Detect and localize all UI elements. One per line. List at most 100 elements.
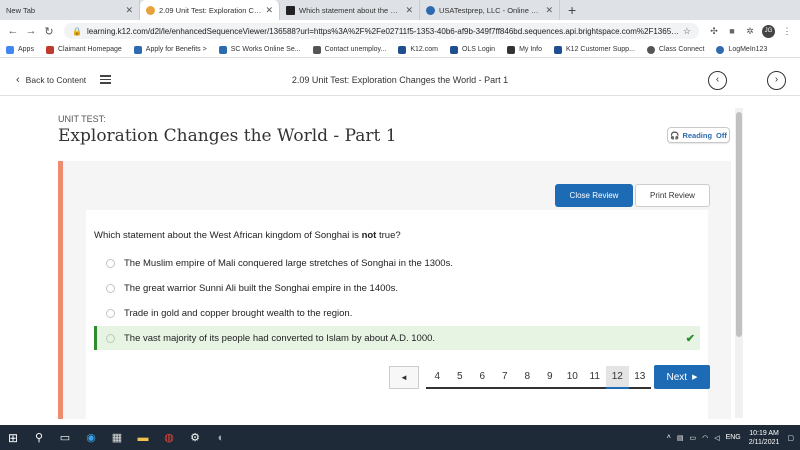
bookmark[interactable]: Apply for Benefits > [133,45,207,54]
close-tab-icon[interactable]: ✕ [265,5,273,16]
bookmark[interactable]: Claimant Homepage [45,45,122,54]
content-toolbar: ‹ Back to Content 2.09 Unit Test: Explor… [0,64,800,96]
bookmark[interactable]: Class Connect [646,45,704,54]
browser-tab[interactable]: New Tab ✕ [0,0,140,20]
steam-icon[interactable]: ◐ [208,425,234,450]
page-number[interactable]: 8 [516,366,539,389]
close-tab-icon[interactable]: ✕ [405,5,413,16]
menu-dots-icon[interactable]: ⋮ [781,25,793,37]
bookmark-favicon-icon [449,45,458,54]
radio-button[interactable] [106,308,115,318]
chevron-left-icon: ‹ [16,73,20,86]
store-icon[interactable]: ▦ [104,425,130,450]
next-label: Next [666,371,688,383]
reading-toggle[interactable]: 🎧 Reading Off [667,127,730,143]
bookmark-apps[interactable]: Apps [6,45,34,54]
back-to-content-link[interactable]: ‹ Back to Content [16,74,86,86]
brainly-favicon-icon [286,5,295,15]
edge-browser-icon[interactable]: ◉ [78,425,104,450]
browser-tab[interactable]: USATestprep, LLC - Online State ✕ [420,0,560,20]
close-tab-icon[interactable]: ✕ [125,5,133,16]
page-number[interactable]: 13 [628,366,651,389]
close-tab-icon[interactable]: ✕ [545,5,553,16]
hamburger-menu-icon[interactable] [100,73,112,86]
close-review-button[interactable]: Close Review [555,184,633,207]
browser-tab[interactable]: Which statement about the West ✕ [280,0,420,20]
extension-icon[interactable]: ■ [726,25,738,37]
reload-icon[interactable]: ↻ [40,25,58,38]
volume-icon[interactable]: ◁ [714,434,719,442]
page-number[interactable]: 6 [471,366,494,389]
answer-option-label: The vast majority of its people had conv… [124,332,436,344]
bookmark-favicon-icon [218,45,227,54]
bookmark[interactable]: K12 Customer Supp... [554,45,635,54]
previous-activity-button[interactable]: ‹ [708,71,727,90]
tab-title: Which statement about the West [299,5,402,15]
previous-page-button[interactable]: ◄ [389,365,419,389]
bookmark[interactable]: My Info [507,45,542,54]
usatestprep-favicon-icon [426,5,435,15]
apps-grid-icon [6,45,14,54]
bookmark-favicon-icon [45,45,54,54]
browser-tab-active[interactable]: 2.09 Unit Test: Exploration Changes ✕ [140,0,280,20]
radio-button[interactable] [106,283,115,293]
extensions-puzzle-icon[interactable]: ✲ [744,25,756,37]
extension-icon[interactable]: ✣ [708,25,720,37]
answer-option[interactable]: The great warrior Sunni Ali built the So… [94,276,700,300]
forward-arrow-icon[interactable]: → [22,25,40,37]
print-review-button[interactable]: Print Review [635,184,710,207]
page-number[interactable]: 11 [583,366,606,389]
back-to-content-label: Back to Content [25,74,87,85]
task-view-icon[interactable]: ▭ [52,425,78,450]
answer-option-label: The Muslim empire of Mali conquered larg… [124,257,453,269]
windows-start-icon[interactable]: ⊞ [0,425,26,450]
bookmark[interactable]: OLS Login [449,45,495,54]
tab-title: USATestprep, LLC - Online State [439,5,542,15]
url-bar[interactable]: 🔒 learning.k12.com/d2l/le/enhancedSequen… [64,23,699,39]
bookmark[interactable]: Contact unemploy... [312,45,386,54]
battery-icon[interactable]: ▭ [689,434,696,442]
back-arrow-icon[interactable]: ← [4,25,22,37]
gear-icon[interactable]: ⚙ [182,425,208,450]
page-number[interactable]: 7 [493,366,516,389]
bookmark[interactable]: LogMeIn123 [716,45,767,54]
browser-tab-bar: New Tab ✕ 2.09 Unit Test: Exploration Ch… [0,0,800,20]
page-number[interactable]: 10 [561,366,584,389]
page-number[interactable]: 5 [448,366,471,389]
network-icon[interactable]: ▤ [677,434,684,442]
page-scrollbar[interactable] [735,108,743,418]
page-number[interactable]: 4 [426,366,449,389]
search-icon[interactable]: ⚲ [26,425,52,450]
toolbar-title: 2.09 Unit Test: Exploration Changes the … [291,74,509,85]
chevron-up-icon[interactable]: ˄ [667,434,671,441]
star-icon[interactable]: ☆ [683,26,691,37]
chrome-icon[interactable]: ◍ [156,425,182,450]
page-number-current[interactable]: 12 [606,365,629,389]
question-text: Which statement about the West African k… [94,230,401,241]
answer-option-label: Trade in gold and copper brought wealth … [124,307,353,319]
answer-option-correct[interactable]: The vast majority of its people had conv… [94,326,700,350]
next-activity-button[interactable]: › [767,71,786,90]
new-tab-button[interactable]: + [560,0,584,20]
file-explorer-icon[interactable]: ▬ [130,425,156,450]
bookmark[interactable]: SC Works Online Se... [218,45,301,54]
clock-time: 10:19 AM [749,429,779,437]
profile-avatar[interactable]: JG [762,24,775,38]
answer-option[interactable]: Trade in gold and copper brought wealth … [94,301,700,325]
page-number[interactable]: 9 [538,366,561,389]
wifi-icon[interactable]: ◠ [702,434,708,442]
notifications-icon[interactable]: ▢ [787,434,794,442]
arrow-right-icon: ▶ [692,374,698,381]
next-page-button[interactable]: Next ▶ [654,365,710,389]
system-tray: ˄ ▤ ▭ ◠ ◁ ENG 10:19 AM 2/11/2021 ▢ [667,425,794,450]
bookmark[interactable]: K12.com [398,45,438,54]
radio-button[interactable] [106,258,115,268]
language-indicator[interactable]: ENG [726,434,741,441]
scrollbar-thumb[interactable] [736,112,742,337]
clock[interactable]: 10:19 AM 2/11/2021 [749,429,780,447]
question-emphasis: not [361,230,377,241]
tab-title: 2.09 Unit Test: Exploration Changes [159,5,262,15]
radio-button[interactable] [106,333,115,343]
bookmark-favicon-icon [646,45,655,54]
answer-option[interactable]: The Muslim empire of Mali conquered larg… [94,251,700,275]
